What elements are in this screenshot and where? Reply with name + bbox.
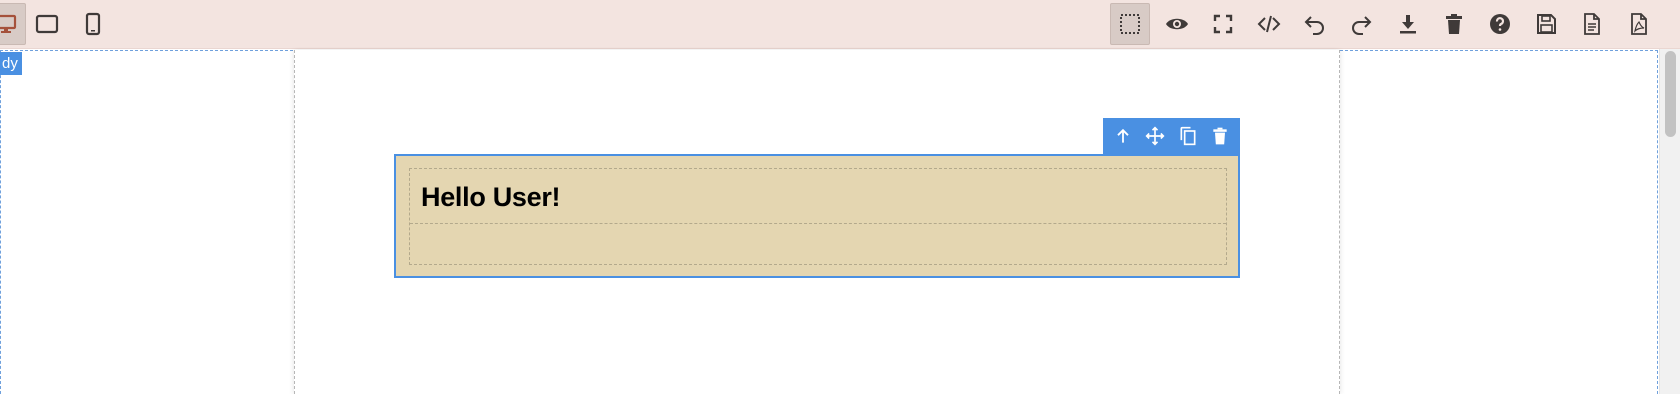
document-button[interactable] [1572, 3, 1612, 45]
clear-canvas-button[interactable] [1434, 3, 1474, 45]
tablet-icon [35, 14, 59, 34]
save-button[interactable] [1526, 3, 1566, 45]
select-parent-button[interactable] [1109, 122, 1137, 150]
select-outline-icon [1120, 14, 1140, 34]
desktop-icon [0, 14, 17, 33]
move-icon [1145, 126, 1165, 146]
fullscreen-button[interactable] [1203, 3, 1243, 45]
move-button[interactable] [1141, 122, 1169, 150]
top-toolbar [0, 0, 1680, 49]
save-icon [1537, 14, 1556, 34]
selected-section-block[interactable]: Hello User! [394, 154, 1240, 278]
pdf-icon [1631, 13, 1647, 35]
pdf-button[interactable] [1619, 3, 1659, 45]
redo-icon [1352, 16, 1372, 35]
download-icon [1400, 15, 1416, 34]
download-button[interactable] [1388, 3, 1428, 45]
select-parent-icon [1117, 128, 1129, 143]
document-icon [1584, 13, 1600, 35]
fullscreen-icon [1213, 14, 1233, 34]
heading-text[interactable]: Hello User! [421, 182, 1215, 213]
element-toolbar [1103, 118, 1240, 154]
export-code-button[interactable] [1249, 3, 1289, 45]
scrollbar-thumb[interactable] [1665, 51, 1676, 137]
undo-button[interactable] [1295, 3, 1335, 45]
preview-eye-icon [1166, 18, 1188, 30]
help-button[interactable] [1480, 3, 1520, 45]
device-mobile-button[interactable] [73, 3, 113, 45]
device-tablet-button[interactable] [27, 3, 67, 45]
delete-icon [1213, 127, 1227, 145]
clone-button[interactable] [1174, 122, 1202, 150]
preview-button[interactable] [1157, 3, 1197, 45]
vertical-scrollbar[interactable] [1659, 49, 1680, 394]
code-icon [1257, 15, 1281, 33]
clone-icon [1180, 126, 1196, 146]
heading-cell[interactable]: Hello User! [410, 169, 1226, 224]
redo-button[interactable] [1341, 3, 1381, 45]
body-badge: dy [0, 52, 22, 75]
delete-button[interactable] [1206, 122, 1234, 150]
device-desktop-button[interactable] [0, 3, 26, 45]
mobile-icon [85, 12, 101, 36]
undo-icon [1304, 16, 1324, 35]
sw-visibility-button[interactable] [1110, 3, 1150, 45]
row-container[interactable]: Hello User! [409, 168, 1227, 265]
help-icon [1490, 14, 1510, 34]
trash-icon [1446, 14, 1462, 34]
